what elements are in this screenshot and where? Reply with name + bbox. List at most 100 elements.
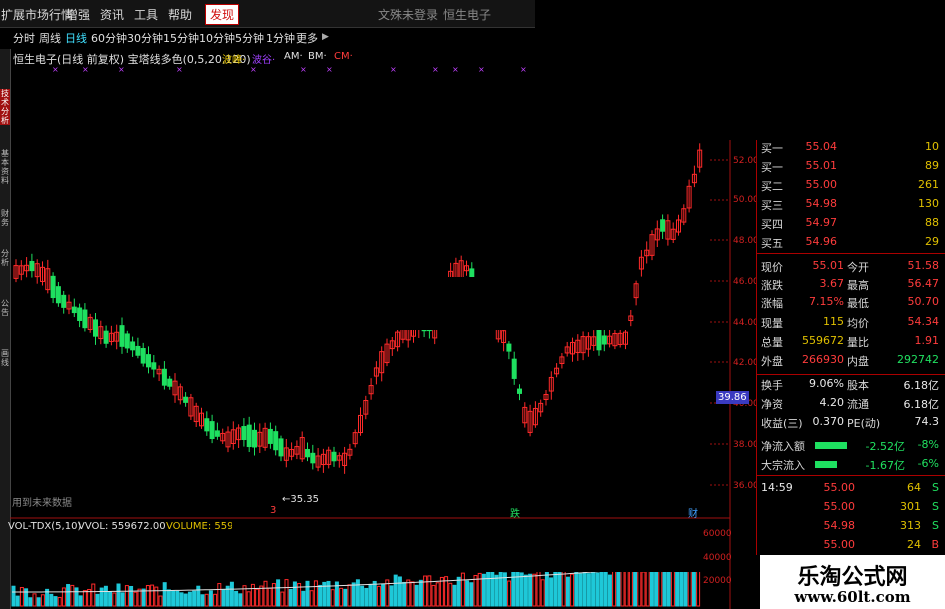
volume-bar: [103, 585, 108, 607]
volume-bar: [595, 572, 600, 607]
top-markers: ×××××××××××××: [52, 65, 593, 74]
candle: [135, 345, 141, 356]
flow-pct: -8%: [917, 438, 939, 451]
candle: [331, 451, 337, 462]
stat-row: 涨幅 7.15% 最低 50.70: [757, 295, 941, 311]
volume-bar: [544, 565, 549, 607]
candle: [82, 309, 88, 329]
candle: [93, 319, 98, 337]
flow-row: 大宗流入 -1.67亿 -6%: [757, 457, 941, 473]
bid-row[interactable]: 买五 54.96 29: [757, 235, 941, 251]
volume-bar: [406, 579, 411, 607]
stat-row: 净资 4.20 流通 6.18亿: [757, 396, 941, 412]
volume-bar: [32, 593, 37, 607]
candle: [241, 426, 247, 441]
volume-bar: [150, 584, 155, 607]
volume-bar: [99, 587, 104, 607]
price-tick: 42.00: [733, 358, 759, 368]
volume-bar: [448, 582, 453, 607]
volume-bar: [238, 593, 243, 607]
divider: [757, 253, 945, 254]
volume-bar: [460, 572, 465, 607]
volume-bar: [339, 587, 344, 607]
volume-bar: [599, 570, 604, 607]
volume-bar: [305, 580, 310, 607]
bid-price: 54.96: [805, 235, 838, 248]
stat-value: 55.01: [812, 259, 845, 272]
volume-bar: [313, 580, 318, 607]
candle: [77, 307, 83, 321]
bid-row[interactable]: 买一 55.04 10: [757, 140, 941, 156]
volume-bar: [381, 583, 386, 607]
candle: [140, 348, 146, 364]
volume-bar: [465, 580, 470, 607]
volume-bar: [456, 576, 461, 607]
volume-bar: [523, 574, 528, 607]
volume-bar: [528, 573, 533, 607]
volume-bar: [423, 575, 428, 607]
volume-bar: [628, 566, 633, 607]
volume-bar: [612, 570, 617, 607]
candle: [55, 286, 61, 304]
price-tick: 38.00: [733, 440, 759, 450]
stat-label: 均价: [847, 317, 869, 330]
price-tick: 36.00: [733, 481, 759, 491]
volume-bar: [439, 576, 444, 607]
volume-bar: [603, 566, 608, 607]
stat-label: 涨跌: [761, 279, 783, 292]
stat-label: PE(动): [847, 417, 881, 430]
candle: [71, 306, 77, 314]
volume-bar: [397, 576, 402, 607]
volume-bar: [166, 589, 171, 607]
top-marker-icon: ×: [118, 65, 125, 74]
volume-bar: [351, 582, 356, 607]
volume-bar: [301, 590, 306, 607]
candle: [151, 362, 157, 370]
bid-row[interactable]: 买一 55.01 89: [757, 159, 941, 175]
tick-qty: 24: [907, 538, 921, 551]
price-tick: 52.00: [733, 156, 759, 166]
volume-bar: [330, 589, 335, 607]
tick-row: 55.00 24 B: [757, 538, 941, 554]
stat-label: 股本: [847, 379, 869, 392]
tick-side: S: [932, 481, 939, 494]
volume-bar: [112, 592, 117, 607]
volume-bar: [179, 592, 184, 607]
redacted-area: [305, 277, 627, 330]
volume-bar: [435, 582, 440, 607]
volume-bar: [624, 569, 629, 607]
volume-bar: [549, 577, 554, 607]
bid-row[interactable]: 买四 54.97 88: [757, 216, 941, 232]
stat-value: 50.70: [907, 295, 940, 308]
bid-row[interactable]: 买二 55.00 261: [757, 178, 941, 194]
top-marker-icon: ×: [300, 65, 307, 74]
stat-label: 量比: [847, 336, 869, 349]
volume-tick: 20000: [703, 576, 732, 586]
volume-bar: [553, 567, 558, 607]
bid-row[interactable]: 买三 54.98 130: [757, 197, 941, 213]
tick-qty: 313: [900, 519, 921, 532]
volume-tick: 40000: [703, 553, 732, 563]
volume-bar: [171, 590, 176, 607]
volume-bar: [662, 567, 667, 607]
volume-bar: [175, 590, 180, 607]
stat-value: 3.67: [819, 277, 845, 290]
redacted-area: [232, 520, 702, 572]
volume-bar: [498, 570, 503, 607]
volume-bar: [61, 587, 66, 607]
volume-bar: [154, 586, 159, 607]
volume-bar: [519, 572, 524, 607]
volume-bar: [326, 580, 331, 607]
stat-label: 流通: [847, 398, 869, 411]
volume-bar: [284, 579, 289, 607]
divider: [757, 475, 945, 476]
stat-label: 收益(三): [761, 417, 803, 430]
stat-value: 266930: [802, 353, 844, 366]
watermark-title: 乐淘公式网: [797, 564, 908, 590]
volume-bar: [418, 579, 423, 607]
candle: [310, 452, 316, 464]
volume-bar: [658, 569, 663, 607]
volume-bar: [267, 587, 272, 607]
volume-bar: [389, 585, 394, 607]
watermark-url: www.60lt.com: [794, 588, 911, 606]
